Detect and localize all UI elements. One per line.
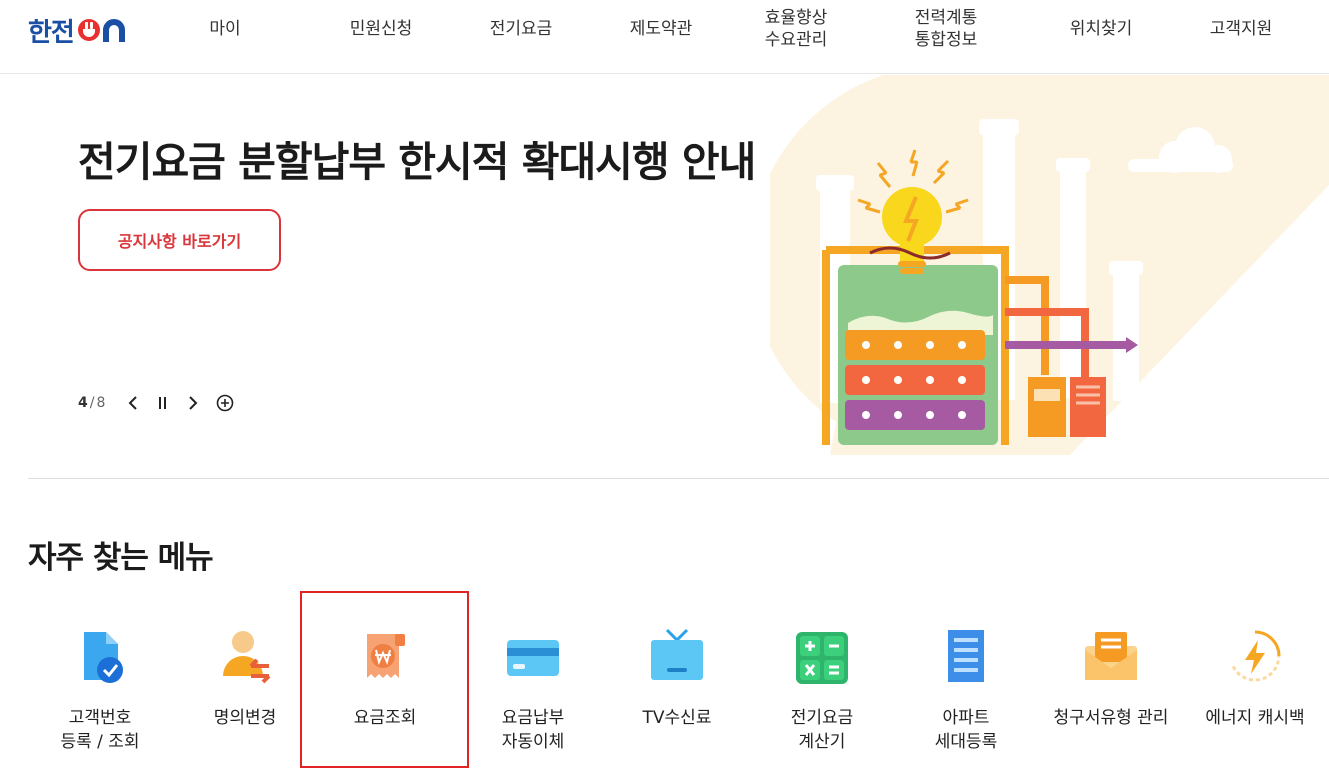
chevron-right-icon[interactable] — [185, 392, 201, 414]
menu-bill-calculator[interactable]: 전기요금 계산기 — [747, 620, 897, 760]
document-check-icon — [84, 632, 123, 683]
tv-icon — [651, 628, 703, 680]
menu-tv-fee[interactable]: TV수신료 — [602, 620, 752, 760]
menu-bill-type-management[interactable]: 청구서유형 관리 — [1036, 620, 1186, 760]
nav-item-label: 전기요금 — [489, 19, 553, 39]
nav-item-label: 마이 — [209, 19, 241, 39]
banner-pager: 4 / 8 — [78, 392, 235, 414]
section-divider — [28, 478, 1329, 479]
nav-item-electric-bill[interactable]: 전기요금 — [476, 0, 566, 58]
nav-item-customer-support[interactable]: 고객지원 — [1196, 0, 1286, 58]
pager-total: 8 — [96, 395, 106, 411]
energy-cashback-icon — [1231, 630, 1281, 682]
nav-item-my[interactable]: 마이 — [195, 0, 255, 58]
menu-label: 에너지 캐시백 — [1205, 708, 1305, 728]
won-receipt-icon — [367, 634, 405, 678]
menu-apartment-registration[interactable]: 아파트 세대등록 — [891, 620, 1041, 760]
frequent-menu-title: 자주 찾는 메뉴 — [28, 540, 214, 576]
nav-item-label: 제도약관 — [629, 19, 693, 39]
banner-title: 전기요금 분할납부 한시적 확대시행 안내 — [78, 138, 756, 186]
nav-item-label: 위치찾기 — [1069, 19, 1133, 39]
menu-label: 요금조회 — [353, 708, 417, 728]
menu-name-change[interactable]: 명의변경 — [170, 620, 320, 760]
pause-icon[interactable] — [155, 392, 171, 414]
envelope-icon — [1085, 632, 1137, 680]
credit-card-icon — [507, 640, 559, 676]
logo-on-mark — [77, 19, 125, 42]
menu-label: 요금납부 자동이체 — [501, 708, 565, 752]
nav-item-find-location[interactable]: 위치찾기 — [1056, 0, 1146, 58]
menu-energy-cashback[interactable]: 에너지 캐시백 — [1180, 620, 1329, 760]
menu-label: 고객번호 등록 / 조회 — [60, 708, 140, 752]
nav-item-label: 전력계통 통합정보 — [914, 8, 978, 50]
menu-label: TV수신료 — [642, 708, 712, 728]
kepco-on-logo[interactable]: 한전 — [28, 14, 130, 48]
apartment-icon — [948, 630, 984, 682]
menu-label: 아파트 세대등록 — [934, 708, 998, 752]
nav-item-terms[interactable]: 제도약관 — [616, 0, 706, 58]
person-transfer-icon — [223, 631, 271, 684]
menu-customer-number[interactable]: 고객번호 등록 / 조회 — [25, 620, 175, 760]
nav-item-civil-request[interactable]: 민원신청 — [336, 0, 426, 58]
site-header: 한전 마이 민원신청 전기요금 제도약관 효율향상 수요관리 전력계통 통합정보… — [0, 0, 1329, 74]
plus-circle-icon[interactable] — [215, 392, 235, 414]
notice-shortcut-button[interactable]: 공지사항 바로가기 — [78, 209, 281, 271]
chevron-left-icon[interactable] — [125, 392, 141, 414]
menu-label: 명의변경 — [213, 708, 277, 728]
nav-item-grid-info[interactable]: 전력계통 통합정보 — [901, 0, 991, 58]
calculator-icon — [796, 632, 848, 684]
banner-illustration — [770, 75, 1329, 455]
menu-auto-payment[interactable]: 요금납부 자동이체 — [458, 620, 608, 760]
menu-label: 청구서유형 관리 — [1053, 708, 1169, 728]
menu-bill-inquiry[interactable]: 요금조회 — [310, 620, 460, 760]
logo-brand-text: 한전 — [28, 17, 75, 48]
pager-current: 4 — [78, 395, 88, 411]
menu-label: 전기요금 계산기 — [790, 708, 854, 752]
nav-item-demand-management[interactable]: 효율향상 수요관리 — [751, 0, 841, 58]
nav-item-label: 효율향상 수요관리 — [764, 8, 828, 50]
nav-item-label: 민원신청 — [349, 19, 413, 39]
pager-separator: / — [89, 395, 95, 411]
nav-item-label: 고객지원 — [1209, 19, 1273, 39]
